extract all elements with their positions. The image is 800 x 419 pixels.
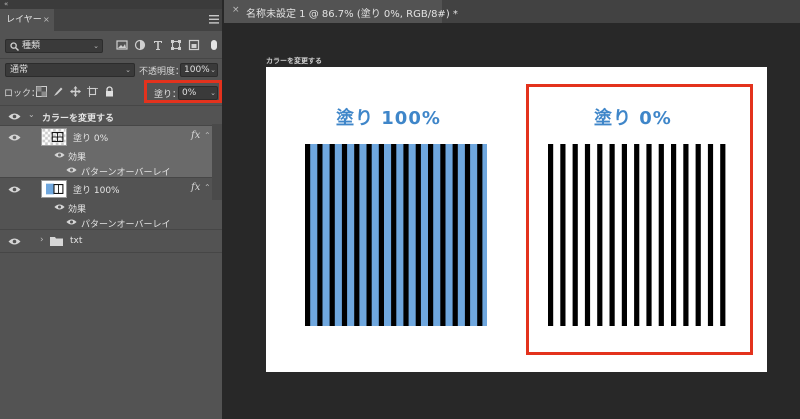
visibility-eye-icon[interactable]: [8, 185, 21, 194]
visibility-eye-icon[interactable]: [8, 112, 21, 121]
chevron-right-icon[interactable]: ›: [40, 235, 44, 245]
visibility-eye-icon[interactable]: [54, 151, 65, 159]
folder-icon: [50, 237, 63, 246]
stripe-line: [415, 144, 421, 326]
layer-thumbnail-transparent: [41, 128, 67, 146]
visibility-eye-icon[interactable]: [54, 203, 65, 211]
filter-smart-object-icon[interactable]: [188, 39, 200, 51]
layer-thumbnail-blue: [41, 180, 67, 198]
stripe-line: [391, 144, 397, 326]
effects-row[interactable]: 効果: [0, 200, 212, 215]
divider: [0, 58, 222, 59]
stripe-line: [305, 144, 311, 326]
layer-row-group-color[interactable]: ⌄ カラーを変更する: [0, 107, 212, 125]
blend-mode-dropdown[interactable]: 通常 ⌄: [5, 63, 135, 77]
stripe-line: [428, 144, 434, 326]
lock-artboard-icon[interactable]: [87, 86, 98, 97]
filter-type-icon[interactable]: [152, 39, 164, 51]
effect-row-pattern-overlay[interactable]: パターンオーバーレイ: [0, 214, 212, 230]
opacity-value: 100%: [184, 65, 210, 75]
filter-kind-dropdown[interactable]: 種類 ⌄: [5, 39, 103, 53]
document-tab-bar: × 名称未設定 1 @ 86.7% (塗り 0%, RGB/8#) *: [224, 0, 800, 23]
chevron-up-icon[interactable]: ⌃: [204, 183, 211, 192]
stripe-line: [329, 144, 335, 326]
heading-fill-100: 塗り 100%: [336, 108, 441, 129]
search-icon: [10, 42, 19, 51]
filter-pixel-icon[interactable]: [116, 39, 128, 51]
artboard-label[interactable]: カラーを変更する: [266, 56, 322, 66]
layers-panel: « レイヤー × 種類 ⌄ 通常 ⌄ 不透明度： 100% ⌄ ロック： 塗り：…: [0, 0, 222, 419]
visibility-eye-icon[interactable]: [66, 166, 77, 174]
blend-mode-value: 通常: [10, 65, 29, 75]
effects-row[interactable]: 効果: [0, 148, 212, 163]
close-icon[interactable]: ×: [232, 5, 240, 15]
filter-kind-value: 種類: [22, 41, 41, 51]
layer-filter-row: 種類 ⌄: [0, 37, 222, 55]
layer-row-fill-0[interactable]: 塗り 0% fx ⌃: [0, 126, 212, 148]
stripe-line: [464, 144, 471, 326]
lock-image-pixels-icon[interactable]: [53, 86, 64, 97]
chevron-down-icon[interactable]: ⌄: [28, 110, 35, 119]
visibility-eye-icon[interactable]: [8, 237, 21, 246]
lock-label: ロック：: [4, 89, 41, 99]
chevron-down-icon: ⌄: [210, 66, 216, 74]
effect-row-pattern-overlay[interactable]: パターンオーバーレイ: [0, 162, 212, 178]
collapse-panels-icon[interactable]: «: [4, 0, 8, 8]
stripe-line: [317, 144, 323, 326]
document-tab[interactable]: × 名称未設定 1 @ 86.7% (塗り 0%, RGB/8#) *: [224, 0, 458, 23]
document-title: 名称未設定 1 @ 86.7% (塗り 0%, RGB/8#) *: [246, 9, 458, 20]
visibility-eye-icon[interactable]: [66, 218, 77, 226]
lock-position-icon[interactable]: [70, 86, 81, 97]
chevron-down-icon: ⌄: [210, 89, 216, 97]
layer-name: 塗り 0%: [73, 134, 109, 144]
opacity-field[interactable]: 100% ⌄: [180, 63, 218, 77]
filter-shape-icon[interactable]: [170, 39, 182, 51]
layer-row-fill-100[interactable]: 塗り 100% fx ⌃: [0, 178, 212, 200]
visibility-eye-icon[interactable]: [8, 133, 21, 142]
fill-field[interactable]: 0% ⌄: [178, 86, 218, 100]
panel-top-strip: «: [0, 0, 222, 9]
thumbnail-blue-fill: [46, 183, 54, 195]
stripe-line: [341, 144, 348, 326]
stripe-line: [403, 144, 409, 326]
tab-layers-label: レイヤー: [6, 15, 42, 25]
layer-row-group-txt[interactable]: › txt: [0, 230, 212, 252]
tab-close-icon[interactable]: ×: [43, 9, 50, 31]
chevron-down-icon: ⌄: [125, 66, 131, 74]
fill-0-highlight-box: [526, 84, 753, 355]
fill-label: 塗り：: [154, 90, 182, 100]
layer-effects-icon[interactable]: fx: [191, 182, 200, 193]
tab-layers[interactable]: レイヤー ×: [0, 9, 54, 31]
filter-adjustment-icon[interactable]: [134, 39, 146, 51]
stripe-line: [378, 144, 384, 326]
stripe-line: [354, 144, 360, 326]
chevron-up-icon[interactable]: ⌃: [204, 131, 211, 140]
layer-effects-icon[interactable]: fx: [191, 130, 200, 141]
stripe-line: [452, 144, 458, 326]
layers-scrollbar[interactable]: [212, 124, 222, 200]
divider: [0, 105, 222, 106]
stripe-line: [477, 144, 483, 326]
stripe-line: [440, 144, 446, 326]
panel-menu-icon[interactable]: [209, 15, 219, 24]
lock-transparent-pixels-icon[interactable]: [36, 86, 47, 97]
lock-all-icon[interactable]: [104, 86, 115, 97]
layer-name: カラーを変更する: [42, 114, 115, 124]
stripe-line: [366, 144, 372, 326]
stripe-pattern-fill-100: [305, 144, 487, 326]
divider: [0, 252, 222, 253]
panel-tab-bar: レイヤー ×: [0, 9, 222, 31]
layer-name: 塗り 100%: [73, 186, 120, 196]
opacity-label: 不透明度：: [139, 67, 185, 77]
fill-value: 0%: [182, 88, 197, 98]
chevron-down-icon: ⌄: [93, 42, 99, 50]
filter-toggle-switch[interactable]: [211, 40, 217, 50]
layer-name: txt: [70, 236, 83, 246]
blend-opacity-row: 通常 ⌄ 不透明度： 100% ⌄: [0, 62, 222, 78]
